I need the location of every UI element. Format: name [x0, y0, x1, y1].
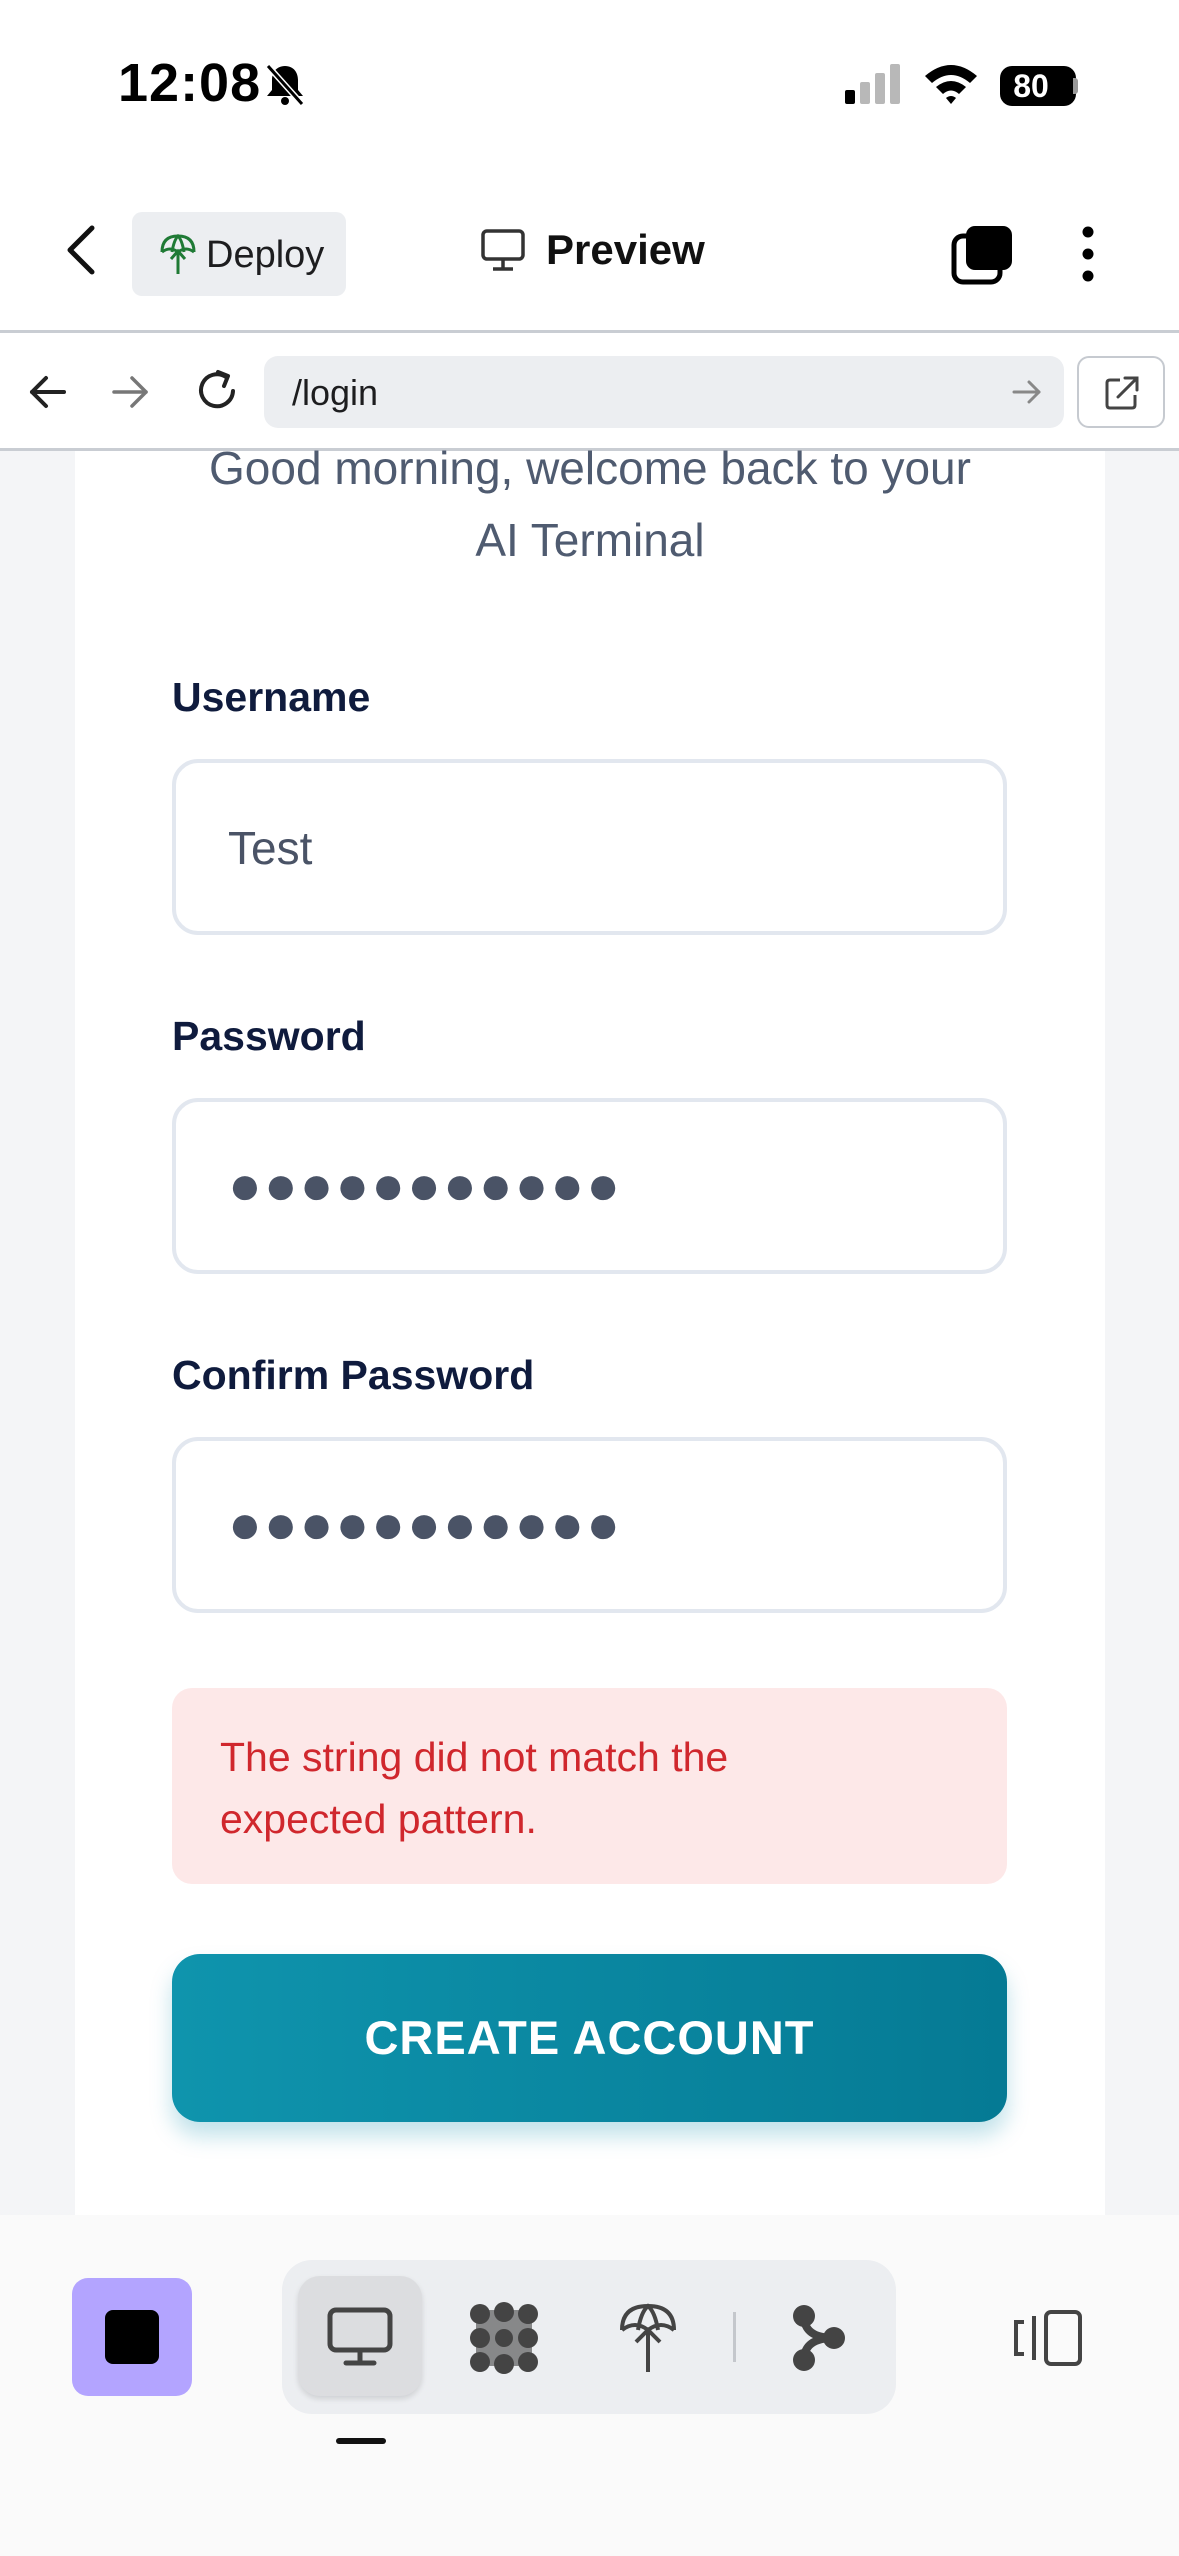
deploy-label: Deploy [206, 234, 325, 276]
bell-slash-icon [265, 63, 305, 106]
deploy-button[interactable]: Deploy [132, 212, 346, 296]
arrow-left-icon[interactable] [28, 372, 68, 412]
workspace-tool-icon[interactable] [466, 2300, 542, 2376]
page-subtitle: Good morning, welcome back to your AI Te… [209, 442, 971, 566]
confirm-password-label: Confirm Password [172, 1352, 535, 1398]
panel-toggle-icon[interactable] [1012, 2308, 1084, 2368]
username-field[interactable]: Test [172, 759, 1007, 935]
status-time: 12:08 [118, 53, 262, 113]
chevron-left-icon[interactable] [62, 222, 102, 278]
create-account-button[interactable]: CREATE ACCOUNT [172, 1954, 1007, 2122]
go-arrow-icon[interactable] [1012, 378, 1042, 406]
create-account-label: CREATE ACCOUNT [364, 2011, 815, 2064]
battery-cap [1073, 78, 1078, 94]
username-value: Test [228, 822, 313, 874]
open-new-tab-button[interactable] [1077, 356, 1165, 428]
monitor-icon [481, 229, 525, 271]
stop-button[interactable] [72, 2278, 192, 2396]
password-field[interactable]: ●●●●●●●●●●● [172, 1098, 1007, 1274]
external-link-icon [1105, 376, 1139, 410]
preview-tool-icon [327, 2307, 393, 2366]
url-input[interactable]: /login [264, 356, 1064, 428]
deploy-icon [160, 233, 196, 274]
error-alert: The string did not match the expected pa… [172, 1688, 1007, 1884]
git-tool-icon[interactable] [790, 2300, 846, 2376]
header-divider [0, 330, 1179, 333]
stop-icon [105, 2310, 159, 2364]
active-tool-indicator [336, 2438, 386, 2444]
error-message: The string did not match the expected pa… [220, 1734, 729, 1842]
preview-tab-label[interactable]: Preview [546, 226, 705, 274]
url-text: /login [292, 372, 379, 413]
battery-level: 80 [1013, 68, 1049, 104]
tool-separator [733, 2312, 736, 2362]
password-label: Password [172, 1013, 366, 1059]
wifi-icon [925, 65, 977, 104]
signal-icon [845, 64, 900, 104]
username-label: Username [172, 674, 371, 720]
tabs-icon[interactable] [950, 224, 1014, 286]
reload-icon[interactable] [192, 366, 242, 416]
confirm-password-field[interactable]: ●●●●●●●●●●● [172, 1437, 1007, 1613]
more-vertical-icon[interactable] [1078, 226, 1098, 282]
deploy-tool-icon[interactable] [616, 2300, 680, 2376]
battery-icon: 80 [1000, 66, 1076, 106]
password-masked-value: ●●●●●●●●●●● [228, 1153, 623, 1216]
confirm-password-masked-value: ●●●●●●●●●●● [228, 1492, 623, 1555]
arrow-right-icon[interactable] [110, 372, 150, 412]
